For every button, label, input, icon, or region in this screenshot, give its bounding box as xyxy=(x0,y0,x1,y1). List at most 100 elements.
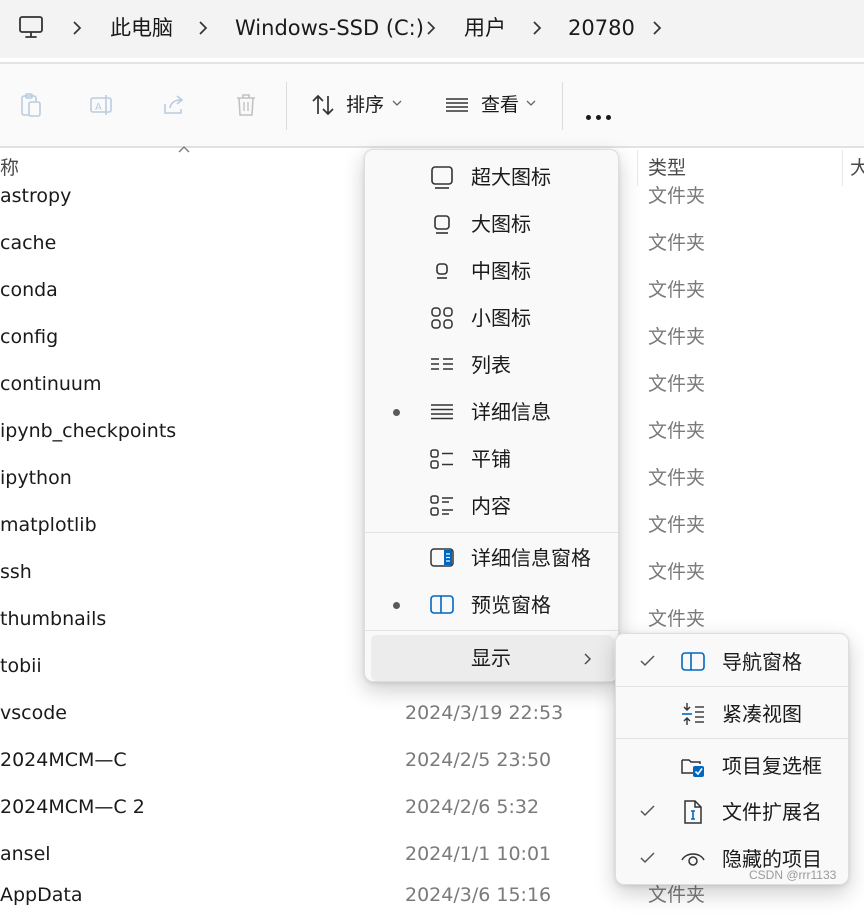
file-name[interactable]: 2024MCM—C xyxy=(0,747,127,773)
extra-large-icons-icon xyxy=(431,166,453,189)
file-extensions-icon xyxy=(684,800,702,824)
file-name[interactable]: config xyxy=(0,324,58,350)
hidden-items-icon xyxy=(681,853,705,866)
breadcrumb-user-folder[interactable]: 20780 xyxy=(568,14,635,42)
small-icons-icon xyxy=(431,307,453,329)
chevron-right-icon[interactable] xyxy=(650,20,664,36)
file-date: 2024/3/19 22:53 xyxy=(405,702,564,724)
menu-item-label: 中图标 xyxy=(471,259,531,283)
view-button[interactable]: 查看 xyxy=(481,92,519,118)
view-menu: 超大图标 大图标 中图标 小图标 列表 详细信息 平铺 内容 详细信息窗格 预览… xyxy=(364,149,619,682)
menu-divider xyxy=(365,630,618,631)
details-pane-icon xyxy=(430,548,454,567)
menu-item-label: 显示 xyxy=(471,646,511,670)
file-date: 2024/2/6 5:32 xyxy=(405,796,540,818)
preview-pane-icon xyxy=(430,595,454,614)
chevron-down-icon[interactable] xyxy=(392,100,402,107)
menu-divider xyxy=(616,738,848,739)
menu-item-label: 详细信息窗格 xyxy=(471,546,591,570)
menu-item-details-pane[interactable]: 详细信息窗格 xyxy=(365,535,618,581)
watermark: CSDN @rrr1133 xyxy=(749,868,837,882)
rename-icon[interactable]: A xyxy=(89,92,115,118)
menu-item-label: 详细信息 xyxy=(471,400,551,424)
menu-item-preview-pane[interactable]: 预览窗格 xyxy=(365,582,618,628)
divider xyxy=(0,146,864,148)
menu-item-list[interactable]: 列表 xyxy=(365,342,618,388)
file-type: 文件夹 xyxy=(648,467,706,489)
submenu-item-file-extensions[interactable]: 文件扩展名 xyxy=(616,788,848,836)
file-type: 文件夹 xyxy=(648,185,706,207)
address-bar[interactable]: 此电脑 Windows-SSD (C:) 用户 20780 xyxy=(0,0,864,58)
menu-item-label: 内容 xyxy=(471,494,511,518)
menu-item-details[interactable]: 详细信息 xyxy=(365,389,618,435)
file-name[interactable]: conda xyxy=(0,277,58,303)
checkmark-icon xyxy=(640,655,655,667)
file-type: 文件夹 xyxy=(648,561,706,583)
command-bar: A 排序 查看 xyxy=(0,64,864,146)
breadcrumb-this-pc[interactable]: 此电脑 xyxy=(110,14,173,42)
chevron-right-icon[interactable] xyxy=(530,20,544,36)
item-checkboxes-icon xyxy=(681,759,704,777)
navigation-pane-icon xyxy=(681,652,705,671)
menu-item-tiles[interactable]: 平铺 xyxy=(365,436,618,482)
file-name[interactable]: astropy xyxy=(0,183,71,209)
file-name[interactable]: matplotlib xyxy=(0,512,97,538)
file-name[interactable]: tobii xyxy=(0,653,42,679)
menu-item-content[interactable]: 内容 xyxy=(365,483,618,529)
breadcrumb-drive[interactable]: Windows-SSD (C:) xyxy=(235,14,424,42)
breadcrumb-users[interactable]: 用户 xyxy=(464,14,506,42)
submenu-item-compact-view[interactable]: 紧凑视图 xyxy=(616,690,848,738)
submenu-item-label: 紧凑视图 xyxy=(722,702,802,726)
file-date: 2024/3/6 15:16 xyxy=(405,884,552,906)
list-icon xyxy=(431,358,453,370)
file-name[interactable]: 2024MCM—C 2 xyxy=(0,794,145,820)
toolbar-divider xyxy=(562,82,563,130)
menu-item-label: 列表 xyxy=(471,353,511,377)
menu-divider xyxy=(616,686,848,687)
share-icon[interactable] xyxy=(161,92,187,118)
file-name[interactable]: ipython xyxy=(0,465,72,491)
file-name[interactable]: thumbnails xyxy=(0,606,106,632)
medium-icons-icon xyxy=(436,263,448,279)
menu-item-extra-large-icons[interactable]: 超大图标 xyxy=(365,154,618,200)
menu-item-label: 预览窗格 xyxy=(471,593,551,617)
menu-divider xyxy=(365,532,618,533)
view-icon[interactable] xyxy=(444,92,470,118)
more-icon[interactable] xyxy=(586,105,616,124)
menu-item-show[interactable]: 显示 xyxy=(371,635,614,681)
large-icons-icon xyxy=(434,215,450,234)
computer-icon[interactable] xyxy=(18,14,44,40)
content-icon xyxy=(430,495,453,516)
file-date: 2024/1/1 10:01 xyxy=(405,843,552,865)
menu-item-label: 平铺 xyxy=(471,447,511,471)
file-name[interactable]: cache xyxy=(0,230,56,256)
tiles-icon xyxy=(430,449,453,469)
file-name[interactable]: ansel xyxy=(0,841,51,867)
menu-item-large-icons[interactable]: 大图标 xyxy=(365,201,618,247)
compact-view-icon xyxy=(682,703,704,725)
file-type: 文件夹 xyxy=(648,884,706,906)
file-date: 2024/2/5 23:50 xyxy=(405,749,552,771)
checkmark-icon xyxy=(640,852,655,864)
sort-icon[interactable] xyxy=(310,92,336,118)
file-type: 文件夹 xyxy=(648,326,706,348)
chevron-down-icon[interactable] xyxy=(526,100,536,107)
paste-icon[interactable] xyxy=(18,92,44,118)
chevron-right-icon xyxy=(584,653,591,665)
chevron-right-icon[interactable] xyxy=(196,20,210,36)
menu-item-medium-icons[interactable]: 中图标 xyxy=(365,248,618,294)
file-type: 文件夹 xyxy=(648,514,706,536)
submenu-item-navigation-pane[interactable]: 导航窗格 xyxy=(616,638,848,686)
file-name[interactable]: continuum xyxy=(0,371,101,397)
file-name[interactable]: ssh xyxy=(0,559,32,585)
file-name[interactable]: ipynb_checkpoints xyxy=(0,418,176,444)
file-name[interactable]: vscode xyxy=(0,700,67,726)
menu-item-small-icons[interactable]: 小图标 xyxy=(365,295,618,341)
chevron-right-icon[interactable] xyxy=(70,20,84,36)
file-name[interactable]: AppData xyxy=(0,882,83,908)
delete-icon[interactable] xyxy=(233,92,259,118)
sort-button[interactable]: 排序 xyxy=(346,92,384,118)
submenu-item-item-checkboxes[interactable]: 项目复选框 xyxy=(616,742,848,790)
toolbar-divider xyxy=(286,82,287,130)
chevron-right-icon[interactable] xyxy=(424,20,438,36)
